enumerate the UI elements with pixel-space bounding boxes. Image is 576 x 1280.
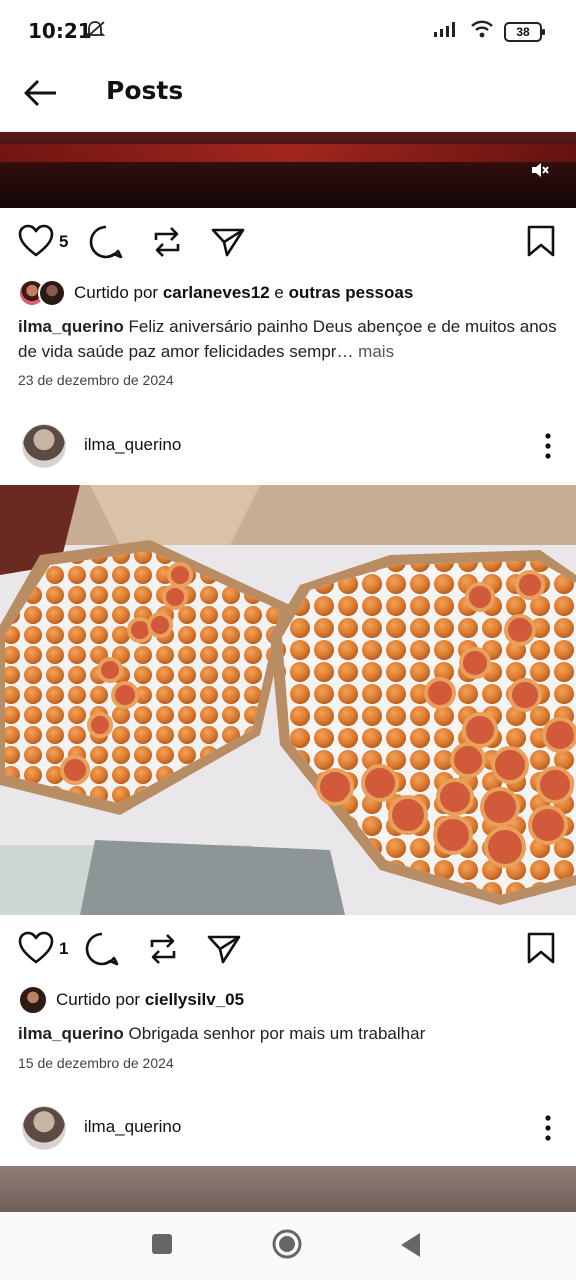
like-count[interactable]: 5 xyxy=(59,232,68,252)
more-vertical-icon[interactable] xyxy=(542,432,554,460)
caption-username[interactable]: ilma_querino xyxy=(18,1024,124,1043)
system-nav-bar xyxy=(0,1212,576,1280)
author-avatar[interactable] xyxy=(22,1106,66,1150)
signal-icon xyxy=(434,21,460,42)
liked-by-user: ciellysilv_05 xyxy=(144,990,245,1009)
post-photo[interactable] xyxy=(0,485,576,915)
comment-icon[interactable] xyxy=(88,224,124,265)
like-count[interactable]: 1 xyxy=(59,939,68,959)
status-time: 10:21 xyxy=(28,19,92,43)
author-avatar[interactable] xyxy=(22,424,66,468)
post1-liked-by[interactable]: Curtido por carlaneves12 e outras pessoa… xyxy=(18,276,413,310)
more-vertical-icon[interactable] xyxy=(542,1114,554,1142)
home-icon[interactable] xyxy=(271,1228,303,1265)
bookmark-icon[interactable] xyxy=(526,931,556,970)
recents-icon[interactable] xyxy=(150,1232,174,1261)
post1-actions: 5 xyxy=(0,218,576,268)
liker-avatar xyxy=(18,985,48,1015)
liker-avatar xyxy=(38,279,66,307)
wifi-icon xyxy=(470,20,494,43)
back-nav-icon[interactable] xyxy=(398,1231,422,1264)
send-icon[interactable] xyxy=(206,931,242,972)
liked-by-text: Curtido por ciellysilv_05 xyxy=(56,990,245,1009)
author-username[interactable]: ilma_querino xyxy=(84,435,181,455)
battery-indicator: 38 xyxy=(504,21,545,42)
author-username[interactable]: ilma_querino xyxy=(84,1117,181,1137)
post2-liked-by[interactable]: Curtido por ciellysilv_05 xyxy=(18,983,244,1017)
post3-photo-preview[interactable] xyxy=(0,1166,576,1212)
post1-caption: ilma_querino Feliz aniversário painho De… xyxy=(18,314,558,364)
caption-more-link[interactable]: mais xyxy=(353,342,394,361)
bookmark-icon[interactable] xyxy=(526,224,556,263)
caption-text: Obrigada senhor por mais um trabalhar xyxy=(123,1024,426,1043)
post1-date: 23 de dezembro de 2024 xyxy=(18,372,174,388)
video-preview[interactable] xyxy=(0,132,576,208)
caption-username[interactable]: ilma_querino xyxy=(18,317,124,336)
page-title: Posts xyxy=(106,76,184,105)
post3-header: ilma_querino xyxy=(0,1098,576,1158)
repost-icon[interactable] xyxy=(146,931,180,972)
liked-by-user: carlaneves12 xyxy=(162,283,270,302)
post2-header: ilma_querino xyxy=(0,416,576,476)
post2-date: 15 de dezembro de 2024 xyxy=(18,1055,174,1071)
repost-icon[interactable] xyxy=(150,224,184,265)
heart-icon[interactable] xyxy=(18,224,54,263)
send-icon[interactable] xyxy=(210,224,246,265)
liked-by-text: Curtido por carlaneves12 e outras pessoa… xyxy=(74,283,414,302)
status-bar: 10:21 38 xyxy=(0,0,576,62)
muted-icon[interactable] xyxy=(530,160,550,185)
back-button[interactable] xyxy=(20,76,62,110)
post2-actions: 1 xyxy=(0,925,576,975)
heart-icon[interactable] xyxy=(18,931,54,970)
do-not-disturb-icon xyxy=(84,20,106,45)
top-bar: Posts xyxy=(0,62,576,124)
post2-caption: ilma_querino Obrigada senhor por mais um… xyxy=(18,1021,558,1046)
comment-icon[interactable] xyxy=(84,931,120,972)
liked-by-others: outras pessoas xyxy=(288,283,414,302)
